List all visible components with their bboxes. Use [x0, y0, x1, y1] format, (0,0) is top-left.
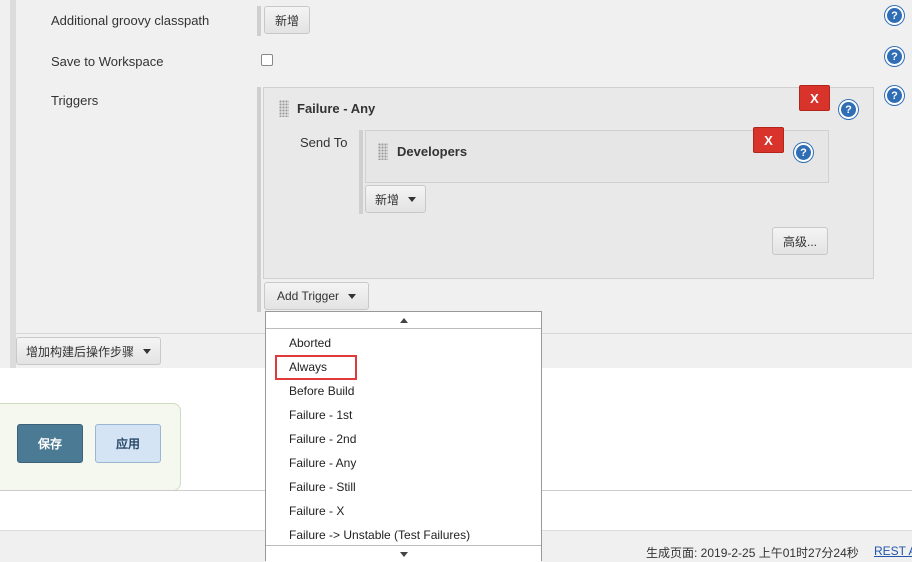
add-post-build-step-button[interactable]: 增加构建后操作步骤	[16, 337, 161, 365]
save-button[interactable]: 保存	[17, 424, 83, 463]
recipient-title: Developers	[397, 144, 468, 159]
help-icon[interactable]	[841, 102, 856, 117]
page-generated-text: 生成页面: 2019-2-25 上午01时27分24秒	[646, 546, 859, 560]
rest-api-link[interactable]: REST A	[874, 544, 912, 558]
dropdown-scroll-up[interactable]	[266, 312, 541, 329]
trigger-type-dropdown: Aborted Always Before Build Failure - 1s…	[265, 311, 542, 562]
apply-button[interactable]: 应用	[95, 424, 161, 463]
drag-handle-icon[interactable]	[378, 143, 388, 160]
dropdown-item[interactable]: Failure - 2nd	[289, 432, 356, 446]
dropdown-item[interactable]: Failure - 1st	[289, 408, 352, 422]
send-to-bar	[359, 130, 363, 214]
add-trigger-button[interactable]: Add Trigger	[264, 282, 369, 310]
save-to-workspace-label: Save to Workspace	[51, 54, 164, 69]
triggers-label: Triggers	[51, 93, 99, 108]
groovy-classpath-add-button[interactable]: 新增	[264, 6, 310, 34]
help-icon[interactable]	[887, 49, 902, 64]
groovy-classpath-label: Additional groovy classpath	[51, 13, 210, 28]
triggers-bar	[257, 87, 261, 312]
scroll-down-icon	[399, 551, 408, 557]
dropdown-item[interactable]: Before Build	[289, 384, 354, 398]
add-post-build-step-label: 增加构建后操作步骤	[25, 344, 134, 359]
chevron-down-icon	[348, 293, 357, 299]
add-trigger-label: Add Trigger	[276, 289, 340, 303]
delete-trigger-button[interactable]: X	[799, 85, 830, 111]
help-icon[interactable]	[796, 145, 811, 160]
drag-handle-icon[interactable]	[279, 100, 289, 117]
groovy-classpath-bar	[257, 6, 261, 36]
delete-recipient-button[interactable]: X	[753, 127, 784, 153]
add-recipient-label: 新增	[374, 192, 399, 207]
help-icon[interactable]	[887, 8, 902, 23]
chevron-down-icon	[143, 348, 151, 354]
dropdown-item[interactable]: Failure - Any	[289, 456, 356, 470]
add-recipient-button[interactable]: 新增	[365, 185, 426, 213]
dropdown-item[interactable]: Failure - Still	[289, 480, 356, 494]
save-to-workspace-checkbox[interactable]	[261, 54, 273, 66]
highlight-box	[275, 355, 357, 380]
help-icon[interactable]	[887, 88, 902, 103]
dropdown-item[interactable]: Aborted	[289, 336, 331, 350]
trigger-title: Failure - Any	[297, 101, 376, 116]
chevron-down-icon	[408, 196, 416, 202]
dropdown-item[interactable]: Failure - X	[289, 504, 344, 518]
dropdown-scroll-down[interactable]	[266, 545, 541, 562]
scroll-up-icon	[399, 317, 408, 323]
dropdown-item[interactable]: Failure -> Unstable (Test Failures)	[289, 528, 470, 542]
send-to-label: Send To	[300, 135, 348, 150]
advanced-button[interactable]: 高级...	[772, 227, 828, 255]
section-left-bar	[10, 0, 16, 368]
